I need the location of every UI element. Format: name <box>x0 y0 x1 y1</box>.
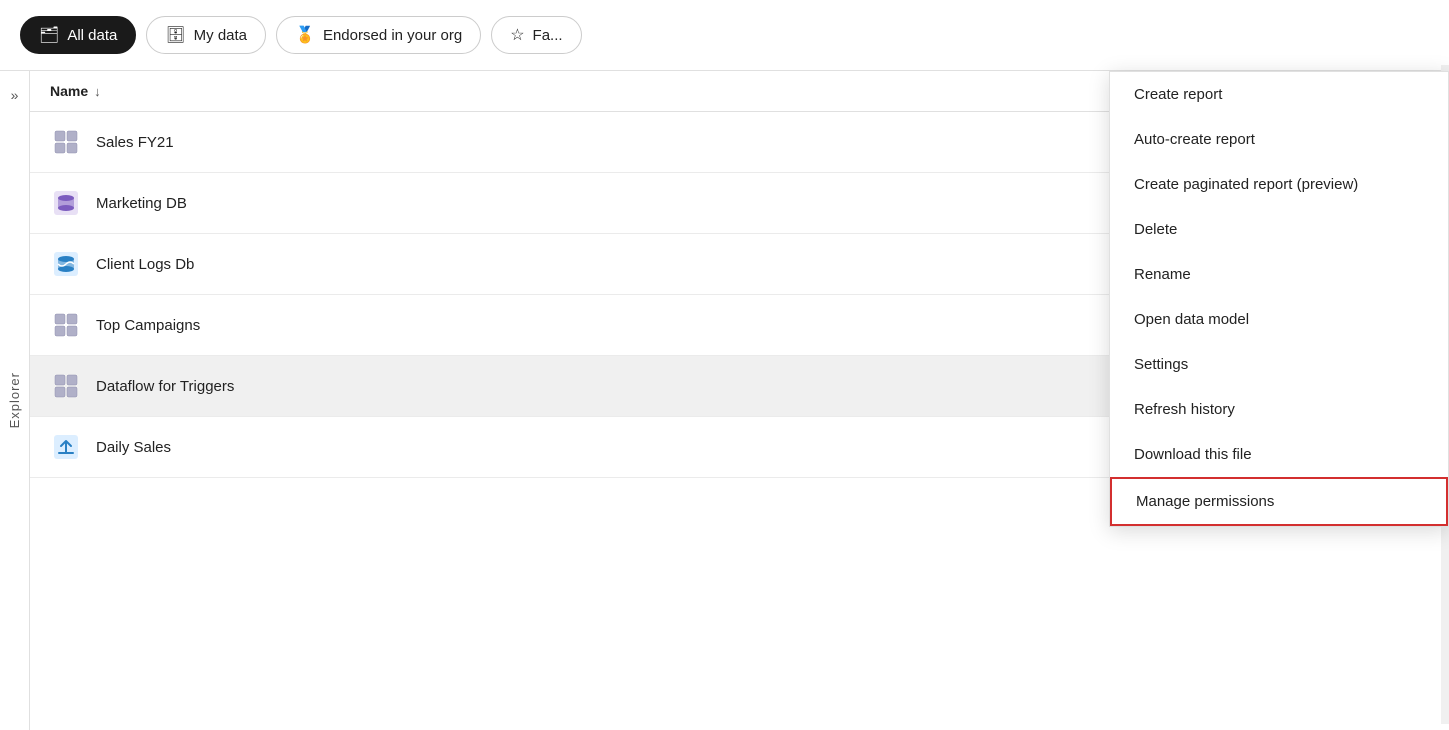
sort-icon[interactable]: ↓ <box>94 84 101 99</box>
context-menu-item-open-data-model[interactable]: Open data model <box>1110 297 1448 342</box>
context-menu: Create reportAuto-create reportCreate pa… <box>1109 71 1449 527</box>
endorsed-label: Endorsed in your org <box>323 27 462 44</box>
main-content: » Explorer Name ↓ Sales FY21 Marketing D… <box>0 71 1449 730</box>
context-menu-item-auto-create-report[interactable]: Auto-create report <box>1110 117 1448 162</box>
favorites-icon: ☆ <box>510 25 524 45</box>
context-menu-item-delete[interactable]: Delete <box>1110 207 1448 252</box>
filter-bar: 🗂 All data 🗄 My data 🏅 Endorsed in your org ☆ F… <box>0 0 1449 71</box>
filter-btn-endorsed[interactable]: 🏅 Endorsed in your org <box>276 16 481 54</box>
sidebar-label: Explorer <box>7 372 22 428</box>
context-menu-item-rename[interactable]: Rename <box>1110 252 1448 297</box>
context-menu-item-download-file[interactable]: Download this file <box>1110 432 1448 477</box>
my-data-icon: 🗄 <box>165 25 185 45</box>
marketing-db-icon <box>50 187 82 219</box>
favorites-label: Fa... <box>533 27 563 44</box>
all-data-icon: 🗂 <box>39 25 59 45</box>
dataflow-triggers-icon <box>50 370 82 402</box>
filter-btn-my-data[interactable]: 🗄 My data <box>146 16 266 54</box>
daily-sales-icon <box>50 431 82 463</box>
name-column-label: Name <box>50 83 88 99</box>
sidebar: » Explorer <box>0 71 30 730</box>
client-logs-db-icon <box>50 248 82 280</box>
context-menu-item-settings[interactable]: Settings <box>1110 342 1448 387</box>
sidebar-expand-icon[interactable]: » <box>11 87 19 103</box>
my-data-label: My data <box>194 27 247 44</box>
endorsed-icon: 🏅 <box>295 25 315 45</box>
filter-btn-favorites[interactable]: ☆ Fa... <box>491 16 581 54</box>
context-menu-item-create-paginated-report[interactable]: Create paginated report (preview) <box>1110 162 1448 207</box>
context-menu-item-manage-permissions[interactable]: Manage permissions <box>1110 477 1448 526</box>
context-menu-item-refresh-history[interactable]: Refresh history <box>1110 387 1448 432</box>
context-menu-item-create-report[interactable]: Create report <box>1110 72 1448 117</box>
top-campaigns-icon <box>50 309 82 341</box>
sales-fy21-icon <box>50 126 82 158</box>
filter-btn-all-data[interactable]: 🗂 All data <box>20 16 136 54</box>
all-data-label: All data <box>67 27 117 44</box>
